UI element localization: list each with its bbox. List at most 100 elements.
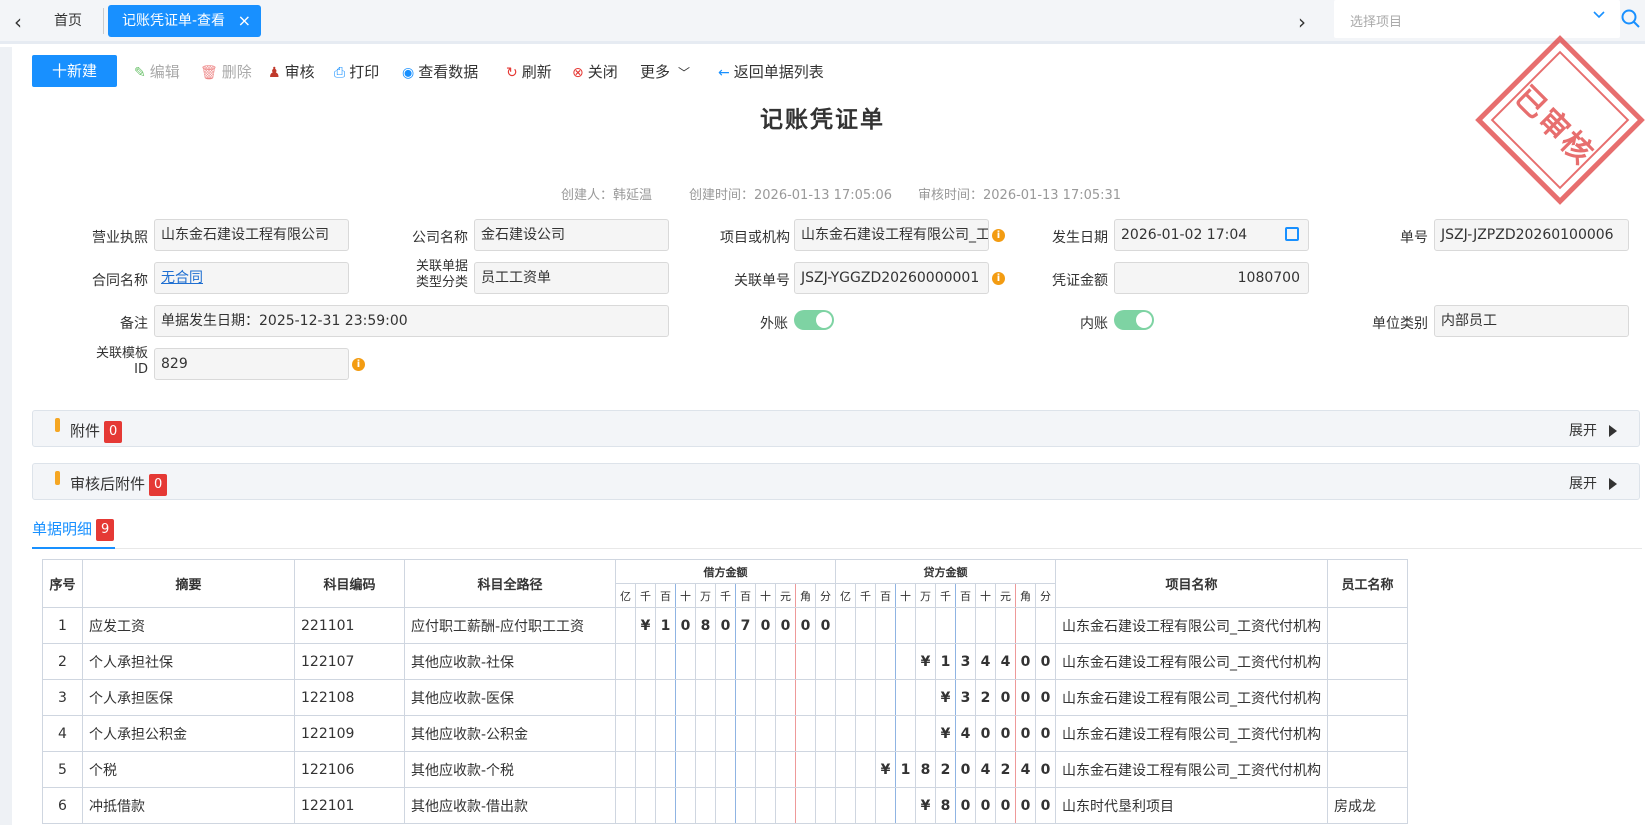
credit-digit bbox=[915, 607, 936, 644]
credit-digit: 0 bbox=[995, 715, 1016, 752]
more-dropdown[interactable]: 更多 ﹀ bbox=[640, 61, 690, 82]
table-row[interactable]: 1 应发工资 221101 应付职工薪酬-应付职工工资 ¥1 0 8 0 7 0 0 0 0 山东金石建设… bbox=[42, 607, 1408, 644]
remark-field[interactable]: 单据发生日期：2025-12-31 23:59:00 bbox=[154, 305, 669, 337]
business-license-field[interactable]: 山东金石建设工程有限公司 bbox=[154, 219, 349, 251]
company-name-field[interactable]: 金石建设公司 bbox=[474, 219, 669, 251]
credit-digit bbox=[1035, 607, 1056, 644]
table-row[interactable]: 2 个人承担社保 122107 其他应收款-社保 ¥1 3 4 4 0 0 山东金石建设工程有限公司… bbox=[42, 643, 1408, 680]
credit-digit: 0 bbox=[955, 751, 976, 788]
debit-digit bbox=[615, 715, 636, 752]
refresh-button[interactable]: ↻ 刷新 bbox=[506, 61, 552, 82]
debit-digit bbox=[715, 643, 736, 680]
unit-type-field[interactable]: 内部员工 bbox=[1434, 305, 1629, 337]
internal-label: 内账 bbox=[1080, 316, 1108, 332]
related-type-field[interactable]: 员工工资单 bbox=[474, 262, 669, 294]
debit-digit bbox=[715, 715, 736, 752]
debit-digit bbox=[735, 751, 756, 788]
credit-digit: 0 bbox=[1015, 715, 1036, 752]
audit-button[interactable]: ♟ 审核 bbox=[268, 61, 315, 82]
related-no-field[interactable]: JSZJ-YGGZD20260000001 bbox=[794, 262, 989, 294]
debit-digit bbox=[635, 787, 656, 824]
tab-home[interactable]: 首页 bbox=[44, 6, 92, 36]
row-summary: 个人承担公积金 bbox=[82, 715, 295, 752]
table-row[interactable]: 3 个人承担医保 122108 其他应收款-医保 ¥3 2 0 0 0 山东金石建设工程有限公司_… bbox=[42, 679, 1408, 716]
debit-digit bbox=[615, 607, 636, 644]
table-row[interactable]: 5 个税 122106 其他应收款-个税 ¥1 8 2 0 4 2 4 0 山东金石建设工程有限公司_工… bbox=[42, 751, 1408, 788]
credit-digit bbox=[875, 715, 896, 752]
debit-digit bbox=[655, 715, 676, 752]
credit-digit: 0 bbox=[1035, 787, 1056, 824]
print-button[interactable]: ⎙ 打印 bbox=[334, 61, 379, 82]
view-data-button[interactable]: ◉ 查看数据 bbox=[402, 61, 478, 82]
delete-button[interactable]: 🗑 删除 bbox=[200, 61, 252, 82]
project-select[interactable]: 选择项目 bbox=[1334, 0, 1620, 38]
doc-no-field[interactable]: JSZJ-JZPZD20260100006 bbox=[1434, 219, 1629, 251]
contract-link[interactable]: 无合同 bbox=[154, 262, 349, 294]
digit-header: 万 bbox=[915, 583, 936, 608]
create-time-meta: 创建时间：2026-01-13 17:05:06 bbox=[689, 188, 893, 203]
project-org-field[interactable]: 山东金石建设工程有限公司_工 bbox=[794, 219, 989, 251]
post-audit-expand-button[interactable]: 展开 bbox=[1569, 473, 1617, 493]
edit-button[interactable]: ✎ 编辑 bbox=[134, 61, 180, 82]
close-button-label: 关闭 bbox=[587, 63, 618, 81]
attachment-panel-title: 附件 0 bbox=[70, 420, 123, 443]
back-to-list-button[interactable]: ← 返回单据列表 bbox=[718, 61, 824, 82]
credit-digit bbox=[835, 751, 856, 788]
credit-digit: 0 bbox=[1035, 679, 1056, 716]
digit-header: 角 bbox=[795, 583, 816, 608]
table-row[interactable]: 4 个人承担公积金 122109 其他应收款-公积金 ¥4 0 0 0 0 山东金石建设工程有限公… bbox=[42, 715, 1408, 752]
panel-marker bbox=[55, 418, 60, 432]
close-button[interactable]: ⊗ 关闭 bbox=[572, 61, 618, 82]
row-code: 122106 bbox=[294, 751, 405, 788]
attachment-panel[interactable]: 附件 0 展开 bbox=[32, 410, 1640, 447]
debit-digit bbox=[735, 715, 756, 752]
internal-toggle[interactable] bbox=[1114, 310, 1154, 330]
header-path: 科目全路径 bbox=[404, 559, 616, 608]
tab-voucher-view[interactable]: 记账凭证单-查看 × bbox=[108, 5, 261, 37]
tab-detail[interactable]: 单据明细 9 bbox=[32, 518, 115, 541]
digit-header: 千 bbox=[935, 583, 956, 608]
debit-digit: 0 bbox=[815, 607, 836, 644]
tab-next-icon[interactable]: › bbox=[1292, 10, 1312, 34]
debit-digit bbox=[675, 679, 696, 716]
debit-digit bbox=[695, 643, 716, 680]
header-summary: 摘要 bbox=[82, 559, 295, 608]
credit-digit: 4 bbox=[975, 643, 996, 680]
credit-digit: 4 bbox=[975, 751, 996, 788]
debit-digit bbox=[655, 751, 676, 788]
digit-header: 百 bbox=[955, 583, 976, 608]
debit-digit bbox=[775, 787, 796, 824]
new-button[interactable]: 十新建 bbox=[32, 55, 117, 87]
attachment-expand-button[interactable]: 展开 bbox=[1569, 420, 1617, 440]
tab-prev-icon[interactable]: ‹ bbox=[8, 10, 28, 34]
post-audit-count-badge: 0 bbox=[149, 473, 168, 496]
row-project: 山东金石建设工程有限公司_工资代付机构 bbox=[1055, 679, 1328, 716]
date-field[interactable]: 2026-01-02 17:04 bbox=[1114, 219, 1309, 251]
row-seq: 2 bbox=[42, 643, 83, 680]
credit-digit: 0 bbox=[995, 787, 1016, 824]
debit-digit bbox=[695, 787, 716, 824]
table-row[interactable]: 6 冲抵借款 122101 其他应收款-借出款 ¥8 0 0 0 0 0 山东时代垦利项目 房成龙 bbox=[42, 787, 1408, 824]
row-path: 其他应收款-个税 bbox=[404, 751, 616, 788]
row-employee bbox=[1327, 751, 1408, 788]
amount-field[interactable]: 1080700 bbox=[1114, 262, 1309, 294]
external-toggle[interactable] bbox=[794, 310, 834, 330]
row-project: 山东金石建设工程有限公司_工资代付机构 bbox=[1055, 751, 1328, 788]
credit-digit bbox=[855, 787, 876, 824]
debit-digit bbox=[795, 679, 816, 716]
debit-digit bbox=[775, 751, 796, 788]
expand-label: 展开 bbox=[1569, 423, 1597, 439]
calendar-icon[interactable] bbox=[1285, 227, 1299, 241]
template-id-field[interactable]: 829 bbox=[154, 348, 349, 380]
credit-digit: 0 bbox=[1035, 751, 1056, 788]
chevron-down-icon bbox=[1593, 11, 1605, 19]
credit-digit: 0 bbox=[1035, 715, 1056, 752]
tab-close-icon[interactable]: × bbox=[238, 5, 251, 37]
post-audit-title: 审核后附件 bbox=[70, 475, 146, 493]
debit-digit bbox=[615, 643, 636, 680]
post-audit-attachment-panel[interactable]: 审核后附件 0 展开 bbox=[32, 463, 1640, 500]
search-icon[interactable] bbox=[1620, 8, 1642, 30]
debit-digit bbox=[795, 715, 816, 752]
digit-header: 百 bbox=[655, 583, 676, 608]
row-summary: 个人承担医保 bbox=[82, 679, 295, 716]
